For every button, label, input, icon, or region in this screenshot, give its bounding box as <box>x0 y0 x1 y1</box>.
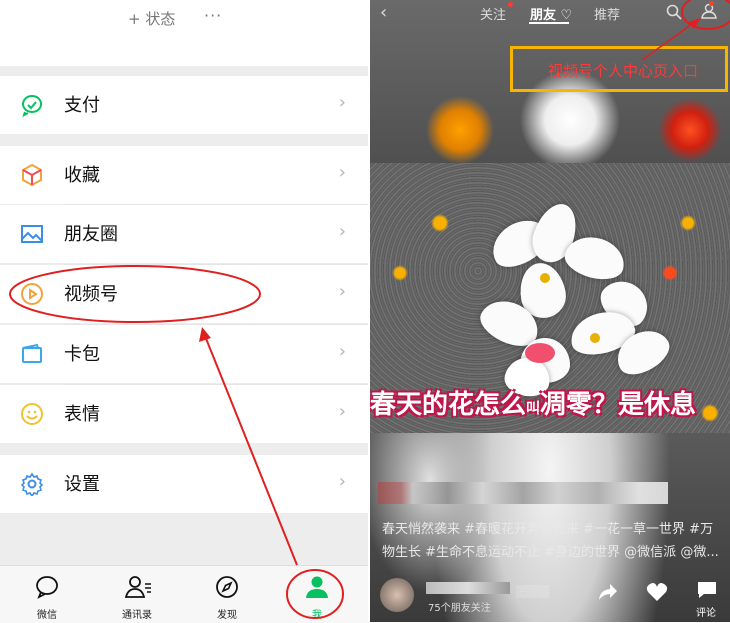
video-title-overlay: 春天的花怎么叫凋零？是休息 <box>370 384 730 421</box>
channels-feed-screen: ‹ 关注 朋友 ♡ 推荐 视频号个人中心页入口 春天的花怎么叫凋零？是休息 春天… <box>370 0 730 622</box>
annotation-arrow <box>204 335 298 566</box>
friends-followed-count: 75个朋友关注 <box>428 603 491 614</box>
comment-icon[interactable] <box>696 581 718 599</box>
arrow-head <box>199 327 211 342</box>
wechat-me-screen: + 状态 ··· 支付 › 收藏 › 朋友圈 › 视频号 › 卡包 › 表情 › <box>0 0 368 623</box>
like-icon[interactable] <box>646 582 668 602</box>
title-text: 叫 <box>526 401 541 417</box>
video-caption: 春天悄然袭来 #春暖花开奔你而来 #一花一草一世界 #万物生长 #生命不息运动不… <box>382 522 719 560</box>
annotation-overlay-right <box>641 0 730 61</box>
author-name-blurred <box>378 482 668 504</box>
annotation-arrow <box>641 23 693 61</box>
annotation-overlay-left <box>9 265 344 619</box>
highlight-ellipse <box>681 0 730 30</box>
title-text: 凋零？是休息 <box>540 390 697 420</box>
followed-badge: 已关注 <box>516 585 550 598</box>
title-text: 春天的花怎么 <box>370 390 527 420</box>
highlight-ellipse <box>9 265 261 323</box>
comment-label: 评论 <box>696 608 716 619</box>
highlight-ellipse <box>286 569 344 619</box>
author-avatar[interactable] <box>380 578 414 612</box>
share-icon[interactable] <box>598 582 618 602</box>
author-name-blurred <box>426 582 510 594</box>
